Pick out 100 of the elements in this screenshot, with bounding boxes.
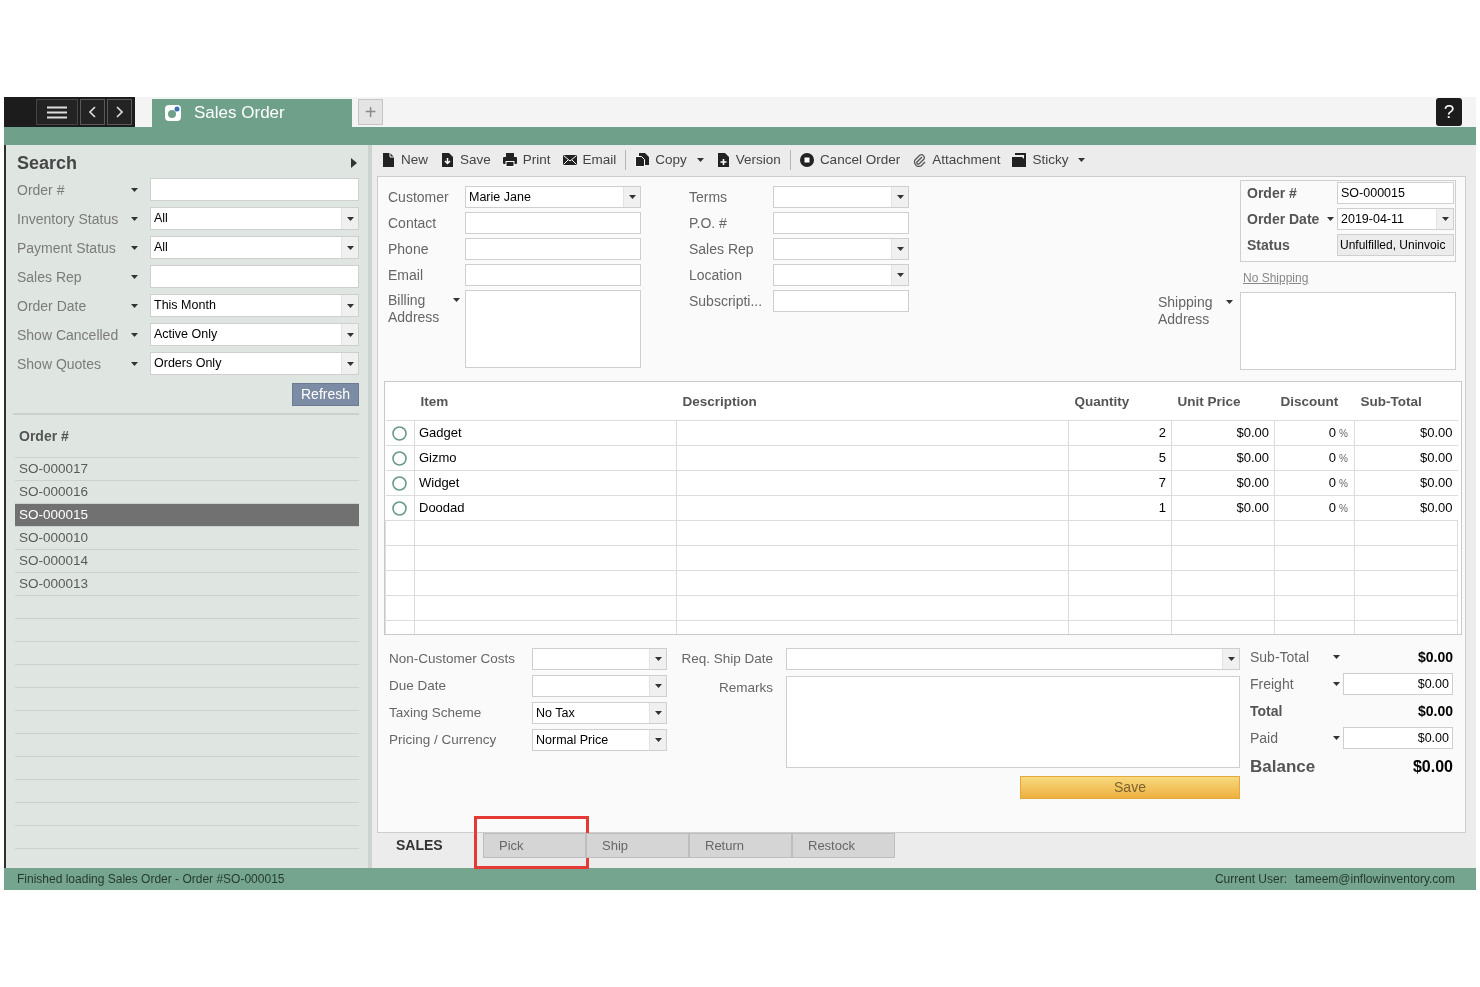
dropdown-arrow-icon[interactable] [1227, 657, 1235, 661]
order-list-item[interactable]: SO-000010 [15, 527, 359, 550]
input-field[interactable]: $0.00 [1343, 673, 1453, 695]
toolbar-button[interactable]: Email [562, 149, 617, 171]
table-cell: $0.00 [1171, 445, 1275, 470]
circle-icon[interactable] [392, 425, 408, 441]
input-field[interactable] [465, 212, 641, 234]
forward-button[interactable] [107, 99, 132, 125]
dropdown-arrow-icon[interactable] [654, 738, 662, 742]
help-button[interactable]: ? [1436, 98, 1462, 126]
menu-button[interactable] [36, 99, 78, 125]
field-label: Taxing Scheme [389, 703, 482, 722]
dropdown-field[interactable] [532, 648, 667, 670]
table-cell: 0 % [1274, 420, 1355, 445]
user-label: Current User: [1214, 871, 1287, 888]
document-arrow-icon [440, 153, 454, 167]
caret-icon[interactable] [1078, 158, 1086, 162]
toolbar-button[interactable]: New [381, 149, 428, 171]
toolbar-button[interactable]: Sticky [1012, 149, 1069, 171]
dropdown-arrow-icon[interactable] [1441, 217, 1449, 221]
dropdown-field[interactable]: Marie Jane [465, 186, 641, 208]
dropdown-arrow-icon[interactable] [896, 247, 904, 251]
input-field[interactable]: $0.00 [1343, 727, 1453, 749]
circle-icon[interactable] [392, 475, 408, 491]
dropdown-field[interactable]: Active Only [150, 323, 359, 346]
input-field[interactable] [773, 290, 909, 312]
tab[interactable]: Ship [586, 833, 689, 858]
dropdown-field[interactable]: All [150, 207, 359, 230]
toolbar-button[interactable]: Cancel Order [799, 149, 901, 171]
dropdown-arrow-icon[interactable] [654, 657, 662, 661]
caret-icon[interactable] [1226, 300, 1233, 304]
input-field[interactable] [773, 212, 909, 234]
toolbar-button[interactable]: Copy [635, 149, 687, 171]
caret-icon[interactable] [131, 187, 138, 192]
dropdown-arrow-icon[interactable] [896, 195, 904, 199]
triangle-right-icon[interactable] [351, 158, 357, 168]
input-field[interactable] [150, 265, 359, 288]
caret-icon[interactable] [131, 274, 138, 279]
save-button[interactable]: Save [1020, 776, 1240, 799]
total-value: $0.00 [1417, 701, 1453, 721]
caret-icon[interactable] [131, 361, 138, 366]
input-field[interactable] [465, 238, 641, 260]
column-header: Item [420, 393, 449, 409]
sidebar-title: Search [17, 151, 78, 175]
toolbar-button[interactable]: Print [502, 149, 551, 171]
filter-label: Inventory Status [17, 210, 119, 227]
dropdown-field[interactable]: 2019-04-11 [1337, 208, 1454, 230]
input-field[interactable] [465, 264, 641, 286]
back-button[interactable] [80, 99, 105, 125]
caret-icon[interactable] [1327, 217, 1334, 221]
stop-circle-icon [799, 153, 814, 167]
dropdown-field[interactable] [773, 186, 909, 208]
tab[interactable]: Restock [792, 833, 895, 858]
caret-icon[interactable] [1333, 655, 1340, 659]
order-list-item[interactable]: SO-000013 [15, 573, 359, 596]
table-cell: $0.00 [1171, 420, 1275, 445]
toolbar-button[interactable]: Version [715, 149, 781, 171]
dropdown-arrow-icon[interactable] [654, 684, 662, 688]
field-label: Terms [689, 187, 728, 207]
toolbar-button[interactable]: Save [440, 149, 491, 171]
circle-icon[interactable] [392, 500, 408, 516]
input-field[interactable] [150, 178, 359, 201]
caret-icon[interactable] [1333, 682, 1340, 686]
dropdown-arrow-icon[interactable] [346, 361, 354, 366]
caret-icon[interactable] [1333, 736, 1340, 740]
user-email: tameem@inflowinventory.com [1295, 871, 1455, 888]
dropdown-arrow-icon[interactable] [654, 711, 662, 715]
dropdown-field[interactable] [773, 264, 909, 286]
toolbar-button[interactable]: Attachment [912, 149, 1001, 171]
dropdown-field[interactable]: All [150, 236, 359, 259]
caret-icon[interactable] [453, 298, 460, 302]
dropdown-arrow-icon[interactable] [346, 332, 354, 337]
field-label: P.O. # [689, 213, 727, 233]
dropdown-field[interactable] [786, 648, 1240, 670]
dropdown-field[interactable]: Orders Only [150, 352, 359, 375]
field-label: Sales Rep [689, 239, 754, 259]
order-list-item[interactable]: SO-000017 [15, 458, 359, 481]
dropdown-field[interactable]: Normal Price [532, 729, 667, 751]
tab[interactable]: Pick [483, 833, 586, 858]
dropdown-field[interactable]: No Tax [532, 702, 667, 724]
dropdown-arrow-icon[interactable] [628, 195, 636, 199]
tab[interactable]: Return [689, 833, 792, 858]
caret-icon[interactable] [696, 158, 704, 162]
tab[interactable]: SALES [377, 833, 483, 858]
caret-icon[interactable] [131, 216, 138, 221]
input-field[interactable]: SO-000015 [1337, 182, 1454, 204]
dropdown-field[interactable] [532, 675, 667, 697]
order-list-item[interactable]: SO-000015 [15, 504, 359, 527]
dropdown-field[interactable]: This Month [150, 294, 359, 317]
caret-icon[interactable] [131, 332, 138, 337]
no-shipping-link[interactable]: No Shipping [1243, 271, 1309, 285]
circle-icon[interactable] [392, 450, 408, 466]
dropdown-arrow-icon[interactable] [896, 273, 904, 277]
dropdown-arrow-icon[interactable] [346, 216, 354, 221]
caret-icon[interactable] [131, 303, 138, 308]
dropdown-field[interactable] [773, 238, 909, 260]
dropdown-arrow-icon[interactable] [346, 303, 354, 308]
dropdown-arrow-icon[interactable] [346, 245, 354, 250]
order-list-item[interactable]: SO-000014 [15, 550, 359, 573]
caret-icon[interactable] [131, 245, 138, 250]
